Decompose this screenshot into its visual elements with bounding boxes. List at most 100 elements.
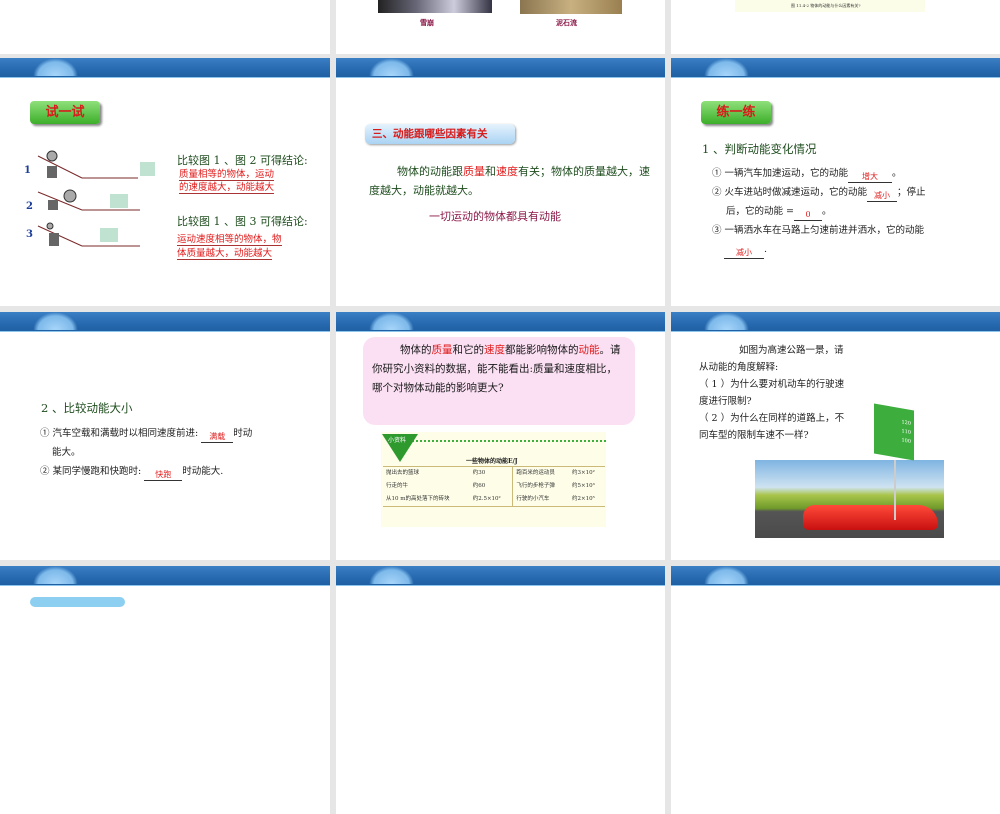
compare-questions: ① 汽车空载和满载时以相同速度前进: 满载 时动 能大。 ② 某同学慢跑和快跑时:…: [40, 424, 320, 481]
practice-questions: ① 一辆汽车加速运动，它的动能 增大。 ② 火车进站时做减速运动，它的动能 减小 ；停…: [712, 168, 926, 259]
answer-2: 减小: [867, 190, 898, 202]
mudslide-image: [520, 0, 622, 14]
sign-pole: [894, 460, 896, 520]
highway-photo: [755, 460, 944, 538]
slide-thumbnail[interactable]: 雪崩 泥石流: [336, 0, 665, 54]
slide-data[interactable]: 物体的质量和它的速度都能影响物体的动能。请你研究小资料的数据，能不能看出:质量和…: [336, 312, 665, 560]
slide-factors[interactable]: 三、动能跟哪些因素有关 物体的动能跟质量和速度有关；物体的质量越大，速度越大，动…: [336, 58, 665, 306]
water-splash-icon: [369, 566, 414, 584]
text: 物体的: [400, 344, 432, 356]
slide-practice[interactable]: 练一练 1 、判断动能变化情况 ① 一辆汽车加速运动，它的动能 增大。 ② 火车进…: [671, 58, 1000, 306]
practice-title: 1 、判断动能变化情况: [702, 142, 817, 156]
table-cell: 行驶的小汽车: [512, 493, 569, 507]
figure-label-1: 1: [24, 165, 31, 176]
text-line: （ 1 ）为什么要对机动车的行驶速: [699, 379, 845, 390]
question-1: ① 汽车空载和满载时以相同速度前进:: [40, 428, 199, 439]
text: ；停止: [897, 187, 926, 198]
figure-label-3: 3: [26, 229, 33, 240]
table-cell: 约60: [472, 483, 486, 489]
table-cell: 抛出去的篮球: [386, 470, 420, 476]
text: 时动: [233, 428, 253, 439]
speed-highlight: 速度: [496, 165, 518, 178]
water-splash-icon: [369, 312, 414, 330]
question-3: ③ 一辆洒水车在马路上匀速前进并洒水，它的动能: [712, 225, 925, 236]
water-splash-icon: [33, 312, 78, 330]
table-cell: 约2.5×10²: [472, 496, 501, 502]
figure-label-2: 2: [26, 201, 33, 212]
slide-thumbnail[interactable]: [0, 566, 330, 814]
slide-banner: [336, 566, 665, 586]
table-cell: 从10 m的高处落下的砖块: [386, 496, 450, 502]
ke-highlight: 动能: [578, 344, 600, 356]
speed-highlight: 速度: [484, 344, 505, 356]
answer-1: 满载: [201, 431, 234, 443]
conclusion-2-line-2: 体质量越大，动能越大: [177, 245, 273, 260]
table-cell: 跑百米的运动员: [512, 466, 569, 480]
slide-thumbnail[interactable]: 图 11.4-2 物体的动能与什么因素有关?: [671, 0, 1000, 54]
table-cell: 约2×10⁵: [572, 496, 595, 502]
speed-sign: 120 110 100: [874, 403, 914, 461]
compare-title: 2 、比较动能大小: [41, 401, 133, 415]
slide-banner: [671, 566, 1000, 586]
slide-banner: [671, 58, 1000, 78]
table-cell: 行走的牛: [386, 483, 409, 489]
text-line: 度进行限制?: [699, 396, 752, 407]
factors-paragraph: 物体的动能跟质量和速度有关；物体的质量越大，速度越大，动能就越大。: [369, 162, 659, 200]
badge-label: 小资料: [388, 437, 407, 444]
red-car: [803, 505, 938, 530]
compare-1-3: 比较图 1 、图 3 可得结论:: [177, 215, 308, 228]
conclusion-1-line-2: 的速度越大，动能越大: [179, 179, 275, 194]
water-splash-icon: [704, 58, 749, 76]
experiment-diagram: [37, 150, 155, 247]
mass-highlight: 质量: [463, 165, 485, 178]
water-splash-icon: [704, 566, 749, 584]
slide-banner: [0, 58, 330, 78]
slide-highway[interactable]: 如图为高速公路一景，请 从动能的角度解释: （ 1 ）为什么要对机动车的行驶速 …: [671, 312, 1000, 560]
kinetic-energy-table: 抛出去的篮球 约30 跑百米的运动员 约3×10² 行走的牛 约60 飞行的步枪子弹 约5×1…: [383, 466, 605, 507]
slide-banner: [336, 58, 665, 78]
answer-4: 减小: [724, 247, 764, 259]
table-row: 抛出去的篮球 约30 跑百米的运动员 约3×10²: [383, 466, 605, 480]
text: 都能影响物体的: [505, 344, 579, 356]
slide-banner: [0, 566, 330, 586]
text: 物体的动能跟: [397, 165, 463, 178]
question-box: 物体的质量和它的速度都能影响物体的动能。请你研究小资料的数据，能不能看出:质量和…: [363, 337, 635, 425]
water-splash-icon: [33, 566, 78, 584]
table-row: 从10 m的高处落下的砖块 约2.5×10² 行驶的小汽车 约2×10⁵: [383, 493, 605, 507]
dotted-divider: [396, 440, 606, 442]
text-line: 同车型的限制车速不一样?: [699, 430, 809, 441]
table-row: 行走的牛 约60 飞行的步枪子弹 约5×10³: [383, 480, 605, 493]
slide-banner: [671, 312, 1000, 332]
slide-try-it[interactable]: 试一试 1 2 3 比较图 1 、图 2 可得结论: 质量相等的物体，运动 的速…: [0, 58, 330, 306]
water-splash-icon: [33, 58, 78, 76]
slide-banner: [336, 312, 665, 332]
table-title: 一些物体的动能E/J: [466, 458, 518, 465]
table-cell: 飞行的步枪子弹: [512, 480, 569, 493]
slide-thumbnail[interactable]: [336, 566, 665, 814]
text: 有关；物体的质: [518, 165, 595, 178]
slide-compare[interactable]: 2 、比较动能大小 ① 汽车空载和满载时以相同速度前进: 满载 时动 能大。 ② …: [0, 312, 330, 560]
answer-2: 快跑: [144, 469, 183, 481]
slide-thumbnail[interactable]: [671, 566, 1000, 814]
table-cell: 约30: [472, 470, 486, 476]
question-1: ① 一辆汽车加速运动，它的动能: [712, 168, 849, 179]
text-line: （ 2 ）为什么在同样的道路上，不: [699, 413, 845, 424]
practice-label: 练一练: [701, 101, 771, 124]
try-it-label: 试一试: [30, 101, 100, 124]
answer-3: 0: [793, 209, 822, 221]
text-line: 从动能的角度解释:: [699, 362, 779, 373]
heading-button: [30, 597, 125, 607]
avalanche-image: [378, 0, 492, 13]
text: 和它的: [452, 344, 485, 356]
water-splash-icon: [369, 58, 414, 76]
text: 能大。: [52, 447, 81, 458]
question-2: ② 某同学慢跑和快跑时:: [40, 466, 142, 477]
slide-thumbnail[interactable]: [0, 0, 330, 54]
text: 时动能大.: [182, 466, 224, 477]
highway-text: 如图为高速公路一景，请 从动能的角度解释: （ 1 ）为什么要对机动车的行驶速 …: [699, 342, 869, 444]
section-heading: 三、动能跟哪些因素有关: [365, 124, 515, 144]
table-cell: 约5×10³: [572, 483, 595, 489]
motto: 一切运动的物体都具有动能: [429, 210, 561, 223]
caption-avalanche: 雪崩: [420, 18, 434, 27]
figure-caption: 图 11.4-2 物体的动能与什么因素有关?: [791, 3, 861, 8]
